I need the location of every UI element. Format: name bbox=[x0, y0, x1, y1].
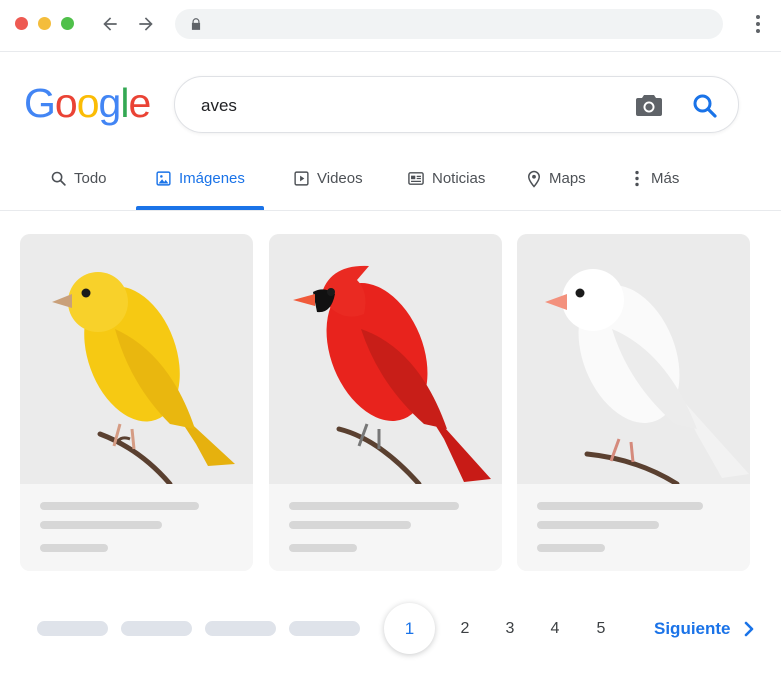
lock-icon bbox=[191, 18, 201, 30]
pin-icon bbox=[527, 170, 541, 188]
page-link[interactable]: 3 bbox=[495, 614, 525, 644]
logo-letter: o bbox=[76, 80, 100, 126]
image-result-card[interactable] bbox=[269, 234, 502, 571]
tab-todo[interactable]: Todo bbox=[50, 158, 107, 211]
page-link[interactable]: 5 bbox=[586, 614, 616, 644]
browser-toolbar bbox=[0, 0, 781, 52]
tab-mas[interactable]: Más bbox=[630, 158, 679, 211]
search-input[interactable] bbox=[201, 77, 621, 134]
minimize-window-button[interactable] bbox=[38, 17, 51, 30]
tab-videos[interactable]: Videos bbox=[293, 158, 363, 211]
image-icon bbox=[156, 171, 171, 186]
tab-maps[interactable]: Maps bbox=[526, 158, 586, 211]
tab-label: Imágenes bbox=[179, 170, 245, 187]
logo-letter: o bbox=[54, 80, 78, 126]
logo-letter: l bbox=[120, 80, 129, 126]
search-icon[interactable] bbox=[691, 92, 719, 120]
tab-imagenes[interactable]: Imágenes bbox=[155, 158, 245, 211]
pagination-placeholder bbox=[289, 621, 360, 636]
forward-button[interactable] bbox=[134, 12, 158, 36]
tab-label: Todo bbox=[74, 170, 107, 187]
news-icon bbox=[408, 172, 424, 185]
page-current[interactable]: 1 bbox=[384, 603, 435, 654]
chevron-right-icon[interactable] bbox=[740, 620, 758, 638]
next-page-link[interactable]: Siguiente bbox=[654, 614, 731, 644]
search-box bbox=[174, 76, 739, 134]
back-button[interactable] bbox=[98, 12, 122, 36]
tab-label: Videos bbox=[317, 170, 363, 187]
search-icon bbox=[51, 171, 66, 186]
more-vert-icon bbox=[635, 170, 639, 187]
camera-icon[interactable] bbox=[635, 92, 663, 118]
more-vert-icon bbox=[756, 15, 760, 19]
result-meta-placeholder bbox=[269, 484, 502, 571]
close-window-button[interactable] bbox=[15, 17, 28, 30]
tab-label: Maps bbox=[549, 170, 586, 187]
arrow-right-icon bbox=[139, 17, 153, 31]
active-tab-indicator bbox=[136, 206, 264, 210]
google-logo[interactable]: Google bbox=[24, 80, 151, 126]
tab-label: Noticias bbox=[432, 170, 486, 187]
logo-letter: g bbox=[98, 80, 122, 126]
maximize-window-button[interactable] bbox=[61, 17, 74, 30]
image-result-card[interactable] bbox=[20, 234, 253, 571]
logo-letter: e bbox=[128, 80, 151, 126]
address-bar[interactable] bbox=[175, 9, 723, 39]
tab-noticias[interactable]: Noticias bbox=[407, 158, 485, 211]
bird-image-yellow-canary bbox=[20, 234, 253, 487]
search-tabs: Todo Imágenes Videos Noticias Maps Más bbox=[0, 158, 781, 211]
play-icon bbox=[294, 171, 309, 186]
pagination-placeholder bbox=[37, 621, 108, 636]
tab-label: Más bbox=[651, 170, 680, 187]
bird-image-red-cardinal bbox=[269, 234, 502, 487]
bird-image-white-finch bbox=[517, 234, 750, 487]
pagination-placeholder bbox=[205, 621, 276, 636]
page-link[interactable]: 2 bbox=[450, 614, 480, 644]
result-meta-placeholder bbox=[517, 484, 750, 571]
pagination-placeholder bbox=[121, 621, 192, 636]
result-meta-placeholder bbox=[20, 484, 253, 571]
image-result-card[interactable] bbox=[517, 234, 750, 571]
browser-menu-button[interactable] bbox=[748, 12, 768, 36]
logo-letter: G bbox=[24, 80, 56, 126]
arrow-left-icon bbox=[103, 17, 117, 31]
page-link[interactable]: 4 bbox=[540, 614, 570, 644]
